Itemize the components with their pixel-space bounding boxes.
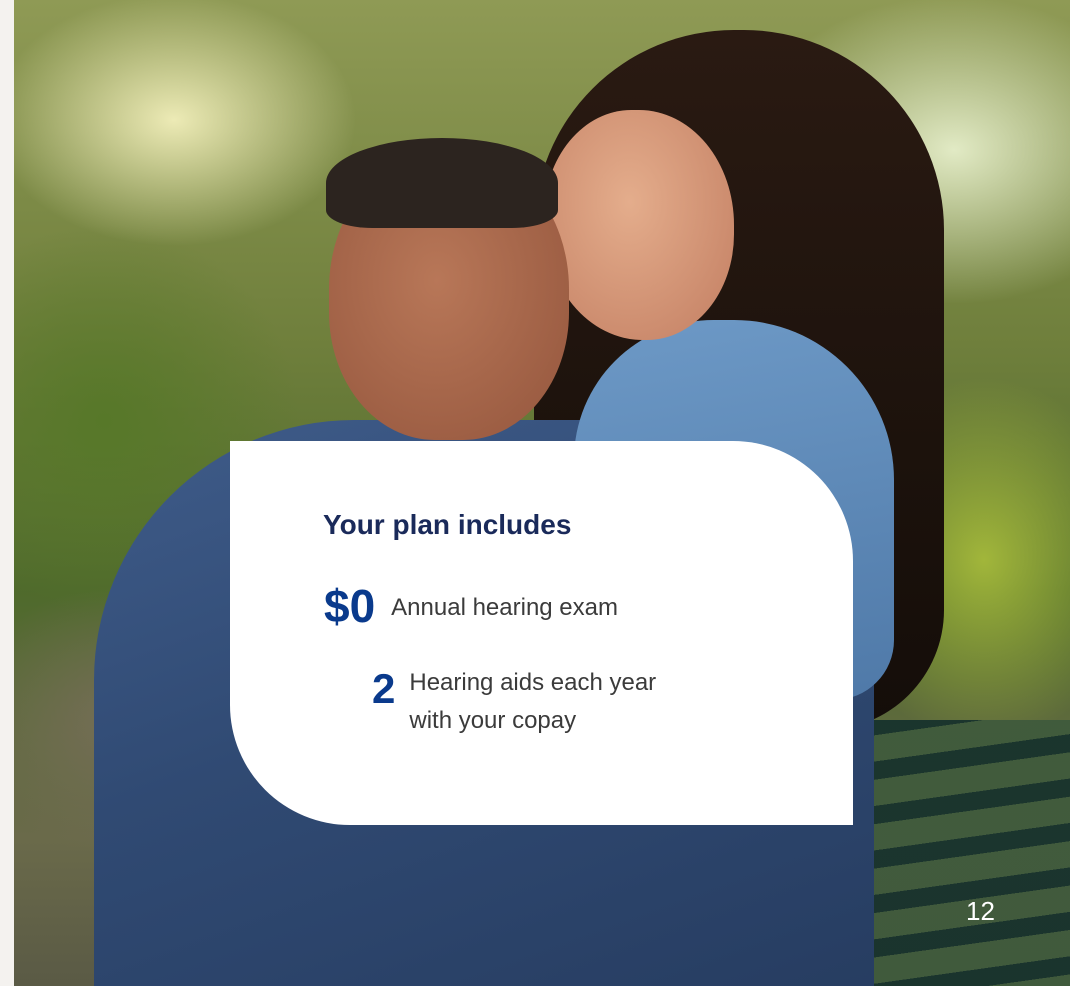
benefit-row-hearing-exam: $0 Annual hearing exam (324, 581, 618, 629)
page-number: 12 (966, 896, 995, 926)
benefit-description-line: Annual hearing exam (391, 594, 618, 621)
plan-benefits-card: Your plan includes $0 Annual hearing exa… (230, 441, 853, 825)
benefit-value: $0 (324, 580, 376, 632)
brochure-page: Your plan includes $0 Annual hearing exa… (0, 0, 1070, 986)
benefit-description: Annual hearing exam (391, 589, 618, 627)
park-bench (854, 720, 1070, 986)
benefit-value: 2 (372, 665, 396, 712)
benefit-description-line: Hearing aids each year (409, 669, 657, 696)
card-title: Your plan includes (323, 509, 572, 540)
benefit-description: Hearing aids each year with your copay (409, 664, 656, 740)
benefit-row-hearing-aids: 2 Hearing aids each year with your copay (372, 668, 656, 740)
father-hair (326, 138, 558, 228)
benefit-description-line: with your copay (409, 707, 577, 734)
daughter-face (544, 110, 734, 340)
